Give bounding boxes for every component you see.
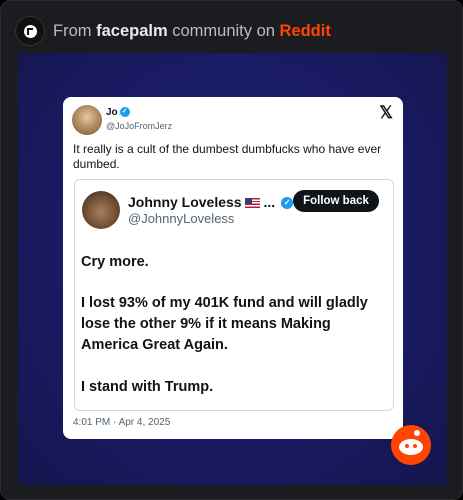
post-header: From facepalm community on Reddit	[15, 13, 455, 49]
tweet-text: It really is a cult of the dumbest dumbf…	[73, 142, 382, 171]
tweet-author-row: Jo ✓	[106, 107, 130, 118]
snoo-eye	[413, 444, 417, 448]
verified-badge-icon: ✓	[281, 197, 294, 210]
us-flag-icon	[244, 198, 260, 209]
avatar	[72, 105, 102, 135]
snoo-eye	[405, 444, 409, 448]
tweet-card: Jo ✓ @JoJoFromJerz 𝕏 It really is a cult …	[63, 97, 403, 439]
quote-line-1: Cry more.	[81, 254, 149, 270]
verified-badge-icon: ✓	[119, 107, 130, 118]
x-logo-icon: 𝕏	[379, 103, 393, 122]
community-link[interactable]: facepalm	[96, 22, 168, 40]
quote-author-name: Johnny Loveless	[128, 194, 242, 210]
tweet-author-name: Jo	[106, 107, 118, 118]
quote-author-handle: @JohnnyLoveless	[128, 211, 235, 226]
quote-line-3: I stand with Trump.	[81, 379, 214, 395]
snoo-head	[399, 439, 423, 455]
post-card: From facepalm community on Reddit Jo ✓ @J…	[0, 0, 463, 500]
snoo-antenna	[414, 430, 420, 436]
quoted-tweet: Johnny Loveless ... ✓ @JohnnyLoveless Fo…	[74, 179, 394, 411]
avatar	[82, 191, 120, 229]
quote-line-2: I lost 93% of my 401K fund and will glad…	[81, 295, 368, 353]
name-ellipsis: ...	[263, 194, 276, 210]
source-prefix: From	[53, 21, 97, 40]
tweet-author-handle: @JoJoFromJerz	[106, 121, 173, 131]
quote-author-row: Johnny Loveless ... ✓	[128, 194, 294, 210]
tweet-timestamp: 4:01 PM · Apr 4, 2025	[73, 417, 171, 428]
post-source: From facepalm community on Reddit	[53, 22, 331, 41]
follow-back-button[interactable]: Follow back	[293, 190, 379, 212]
source-middle: community on	[167, 21, 280, 40]
reddit-link[interactable]: Reddit	[280, 22, 331, 40]
facepalm-community-icon[interactable]	[15, 16, 45, 46]
reddit-snoo-icon[interactable]	[391, 425, 431, 465]
